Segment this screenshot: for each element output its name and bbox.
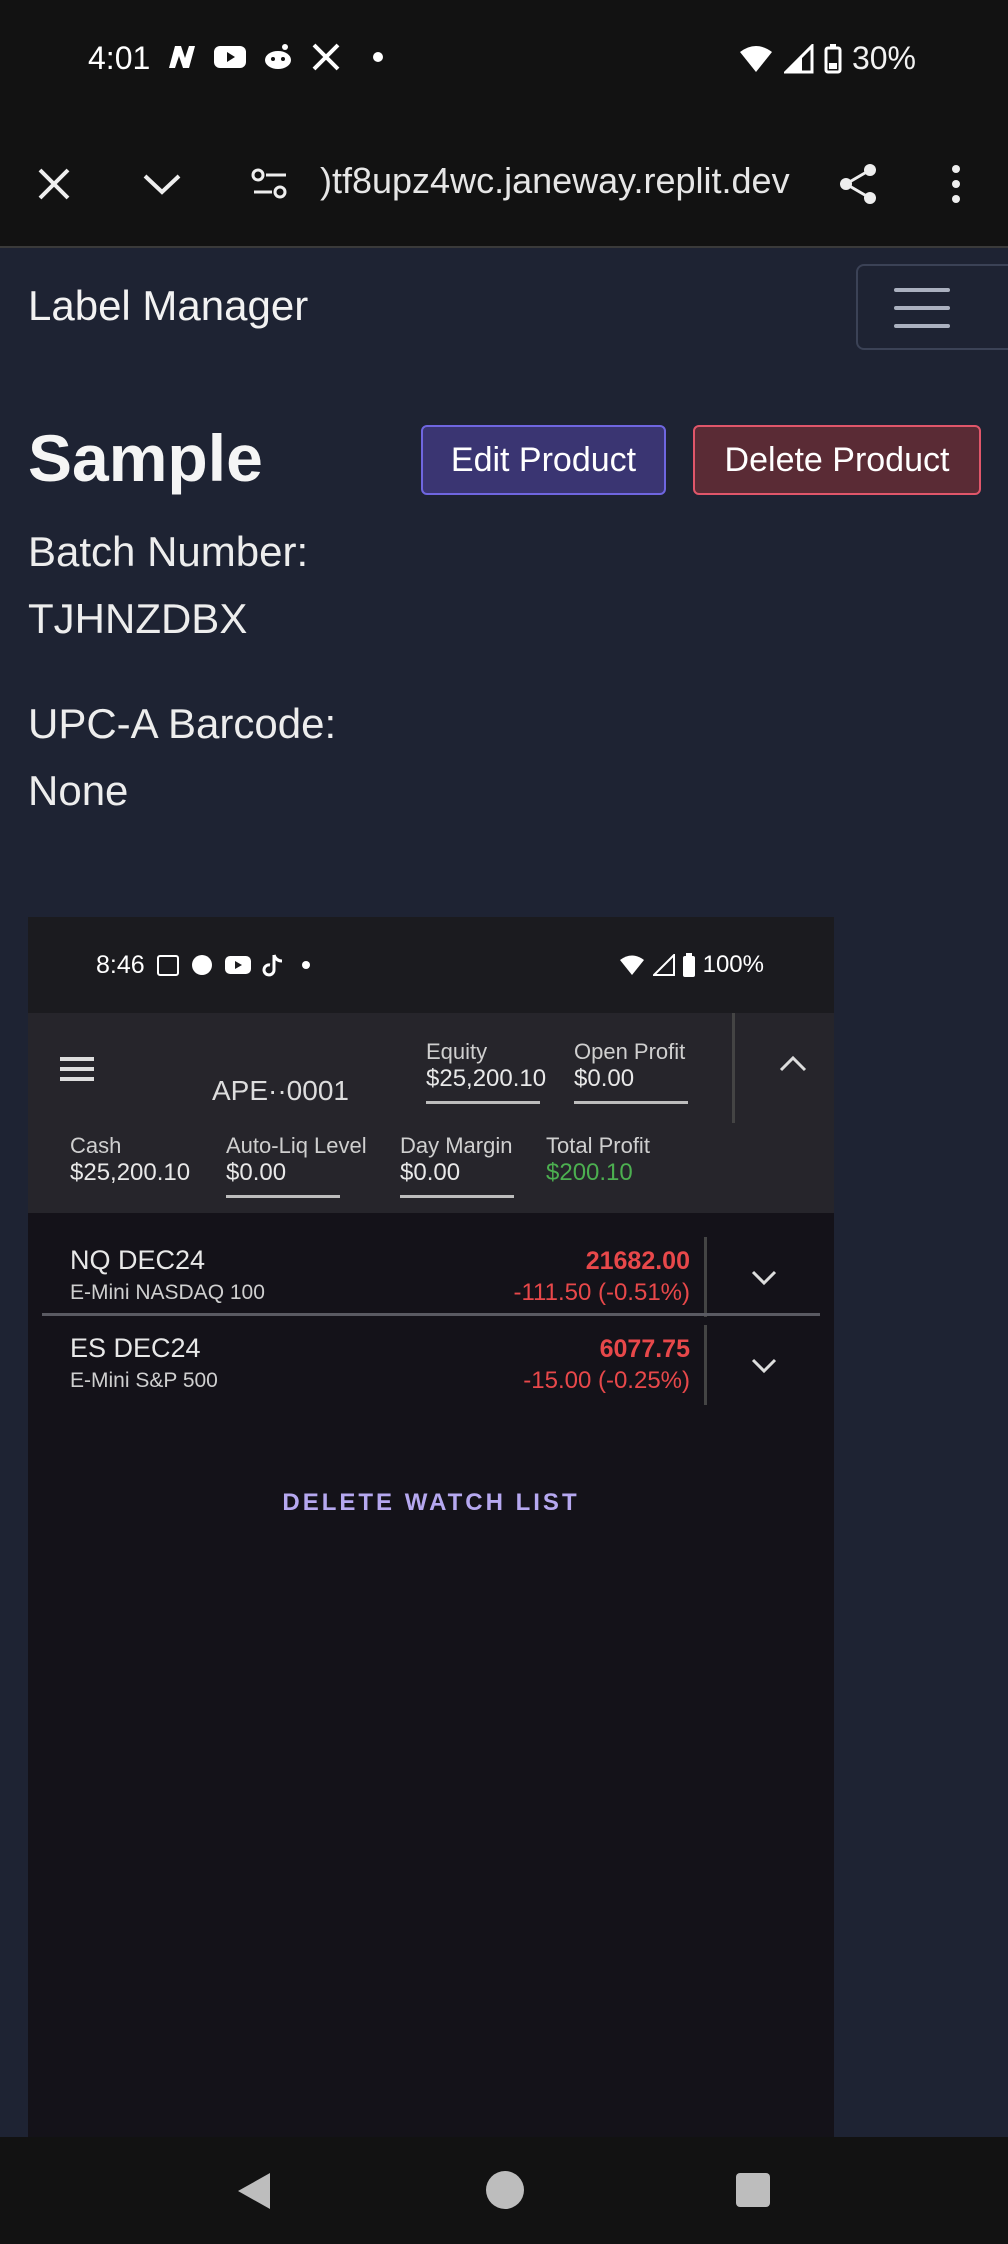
site-settings-button[interactable] [244, 158, 296, 210]
navbar-toggler[interactable] [856, 264, 1008, 350]
batch-number-label: Batch Number: [28, 528, 309, 575]
hamburger-line [894, 324, 950, 328]
watchlist-row[interactable]: NQ DEC24 E-Mini NASDAQ 100 21682.00 -111… [28, 1237, 834, 1323]
status-bar: 4:01 30% [0, 0, 1008, 120]
x-icon [312, 43, 340, 71]
tiktok-icon [262, 954, 283, 977]
messenger-icon [192, 955, 212, 975]
wifi-icon [619, 955, 644, 975]
back-icon[interactable] [234, 2169, 274, 2213]
row-symbol: ES DEC24 [70, 1333, 201, 1363]
signal-icon [652, 954, 675, 976]
embedded-status-right: 100% [619, 951, 764, 979]
youtube-icon [225, 956, 251, 974]
more-notifications-dot [302, 961, 310, 969]
notification-icons [165, 42, 383, 72]
share-button[interactable] [832, 158, 884, 210]
minimize-button[interactable] [136, 158, 188, 210]
battery-icon [824, 43, 842, 73]
more-notifications-dot [373, 52, 383, 62]
row-price: 21682.00 [585, 1247, 690, 1275]
more-menu-button[interactable] [930, 158, 982, 210]
day-margin-label: Day Margin [400, 1133, 513, 1158]
system-nav-bar [0, 2137, 1008, 2244]
row-divider [704, 1237, 707, 1317]
open-profit-label: Open Profit [574, 1039, 686, 1064]
close-icon [38, 168, 70, 200]
home-icon[interactable] [484, 2169, 526, 2211]
close-tab-button[interactable] [28, 158, 80, 210]
cash-value: $25,200.10 [70, 1159, 191, 1186]
day-margin-value: $0.00 [400, 1159, 461, 1186]
open-profit-value: $0.00 [574, 1065, 635, 1092]
row-change: -111.50 (-0.51%) [513, 1279, 690, 1306]
batch-number-value: TJHNZDBX [28, 595, 248, 642]
autoliq-value: $0.00 [226, 1159, 287, 1186]
chevron-down-icon [143, 174, 181, 195]
embedded-battery: 100% [702, 951, 764, 978]
hamburger-line [894, 306, 950, 310]
page-title: Sample [28, 421, 263, 495]
row-price: 6077.75 [599, 1335, 690, 1363]
autoliq-bar [226, 1195, 340, 1198]
row-change: -15.00 (-0.25%) [523, 1367, 690, 1394]
battery-icon [682, 953, 695, 977]
upc-barcode-label: UPC-A Barcode: [28, 700, 337, 747]
row-symbol: NQ DEC24 [70, 1245, 206, 1275]
hamburger-line [894, 288, 950, 292]
reddit-icon [265, 44, 291, 69]
youtube-icon [214, 46, 246, 68]
account-id: APE··0001 [212, 1075, 349, 1106]
equity-bar [426, 1101, 540, 1104]
autoliq-label: Auto-Liq Level [226, 1133, 367, 1158]
browser-toolbar: )tf8upz4wc.janeway.replit.dev [0, 120, 1008, 248]
share-icon [840, 164, 876, 204]
row-name: E-Mini NASDAQ 100 [70, 1281, 265, 1304]
edit-product-button[interactable]: Edit Product [421, 425, 666, 495]
row-separator [42, 1313, 820, 1316]
n-app-icon [169, 46, 195, 68]
url-bar[interactable]: )tf8upz4wc.janeway.replit.dev [320, 160, 790, 202]
chevron-up-icon[interactable] [778, 1053, 808, 1073]
embedded-status-bar: 8:46 100% [28, 917, 834, 1013]
wifi-icon [739, 45, 772, 72]
open-profit-bar [574, 1101, 688, 1104]
recents-icon[interactable] [734, 2171, 772, 2209]
cash-label: Cash [70, 1133, 122, 1158]
day-margin-bar [400, 1195, 514, 1198]
status-right: 30% [738, 40, 916, 77]
row-name: E-Mini S&P 500 [70, 1369, 218, 1392]
equity-value: $25,200.10 [426, 1065, 547, 1092]
upc-barcode-value: None [28, 767, 129, 814]
row-divider [704, 1325, 707, 1405]
chevron-down-icon[interactable] [750, 1269, 778, 1287]
product-image: 8:46 100% APE··0001 Equity $25,200.10 Op… [28, 917, 834, 2137]
delete-product-button[interactable]: Delete Product [693, 425, 981, 495]
tune-icon [251, 168, 287, 199]
embedded-time: 8:46 [96, 951, 145, 979]
watchlist-row[interactable]: ES DEC24 E-Mini S&P 500 6077.75 -15.00 (… [28, 1325, 834, 1411]
calendar-icon [157, 955, 179, 976]
account-header: APE··0001 Equity $25,200.10 Open Profit … [28, 1013, 834, 1213]
battery-percent: 30% [851, 40, 916, 76]
header-divider [732, 1013, 735, 1123]
status-time: 4:01 [88, 40, 151, 76]
embedded-notification-icons [156, 953, 310, 977]
delete-watchlist-button[interactable]: DELETE WATCH LIST [28, 1489, 834, 1517]
chevron-down-icon[interactable] [750, 1357, 778, 1375]
total-profit-value: $200.10 [546, 1159, 633, 1186]
more-vert-icon [952, 165, 960, 203]
signal-icon [783, 43, 814, 73]
navbar-brand[interactable]: Label Manager [28, 282, 308, 330]
total-profit-label: Total Profit [546, 1133, 650, 1158]
equity-label: Equity [426, 1039, 488, 1064]
